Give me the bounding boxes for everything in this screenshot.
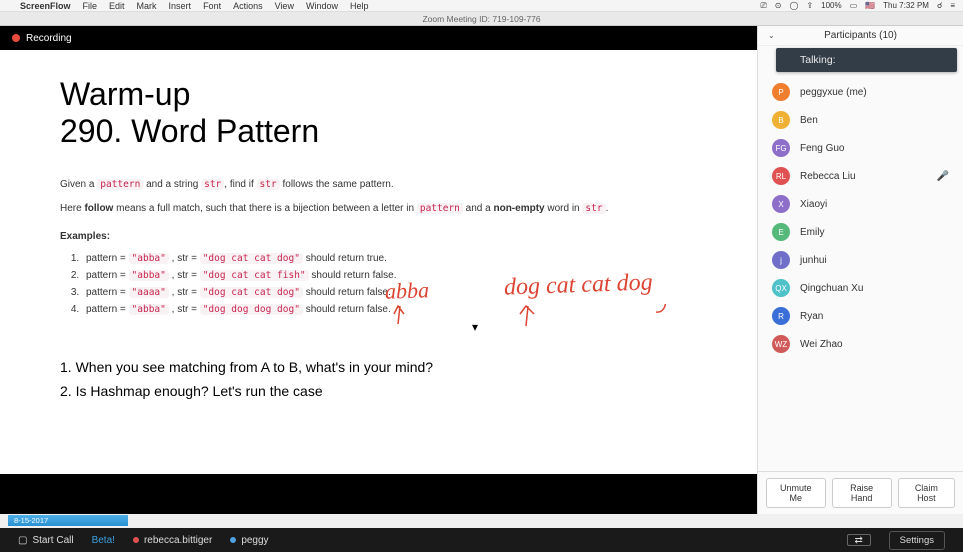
participant-row[interactable]: jjunhui [758, 246, 963, 274]
shared-screen-area: Recording Warm-up 290. Word Pattern Give… [0, 26, 757, 514]
avatar: P [772, 83, 790, 101]
menu-edit[interactable]: Edit [109, 1, 125, 11]
participant-row[interactable]: WZ Wei Zhao [758, 330, 963, 358]
status-dot-icon [230, 537, 236, 543]
participant-name: Rebecca Liu [800, 171, 856, 182]
menu-font[interactable]: Font [203, 1, 221, 11]
participant-actions: Unmute Me Raise Hand Claim Host [758, 471, 963, 514]
avatar: E [772, 223, 790, 241]
participant-row[interactable]: QX Qingchuan Xu [758, 274, 963, 302]
avatar: j [772, 251, 790, 269]
mic-icon: 🎤 [937, 171, 949, 182]
participant-row[interactable]: X Xiaoyi [758, 190, 963, 218]
flag-icon[interactable]: 🇺🇸 [865, 1, 875, 10]
menu-mark[interactable]: Mark [137, 1, 157, 11]
recording-dot-icon [12, 34, 20, 42]
date-ribbon: 8-15-2017 [8, 515, 128, 526]
handwriting-arrows [388, 304, 688, 334]
presence-user-2[interactable]: peggy [230, 535, 268, 546]
avatar: RL [772, 167, 790, 185]
video-letterbox-bottom [0, 474, 757, 514]
tray-icon[interactable]: ⎚ [760, 1, 766, 11]
participant-name: peggyxue (me) [800, 87, 867, 98]
slide-content: Warm-up 290. Word Pattern Given a patter… [0, 50, 757, 474]
participant-row[interactable]: FG Feng Guo [758, 134, 963, 162]
mouse-cursor-icon: ▾ [472, 320, 478, 334]
participant-name: junhui [800, 255, 827, 266]
claim-host-button[interactable]: Claim Host [898, 478, 955, 508]
participant-row[interactable]: R Ryan [758, 302, 963, 330]
clock[interactable]: Thu 7:32 PM [883, 1, 929, 10]
tray-icon[interactable]: ◯ [789, 1, 798, 10]
participant-row[interactable]: Ppeggyxue (me) [758, 78, 963, 106]
start-call-button[interactable]: ▢ Start Call [18, 535, 74, 546]
presence-user-1[interactable]: rebecca.bittiger [133, 535, 212, 546]
avatar: FG [772, 139, 790, 157]
participant-name: Ryan [800, 311, 823, 322]
menu-window[interactable]: Window [306, 1, 338, 11]
bottom-toolbar: ▢ Start Call Beta! rebecca.bittiger pegg… [0, 528, 963, 552]
example-item: pattern = "abba" , str = "dog cat cat do… [82, 250, 697, 267]
participant-name: Feng Guo [800, 143, 844, 154]
chevron-down-icon[interactable]: ⌄ [768, 26, 775, 46]
participant-name: Qingchuan Xu [800, 283, 863, 294]
wifi-icon[interactable]: ⇪ [806, 1, 813, 10]
unmute-me-button[interactable]: Unmute Me [766, 478, 826, 508]
participant-row[interactable]: RL Rebecca Liu 🎤 [758, 162, 963, 190]
tray-icon[interactable]: ⊙ [775, 1, 782, 10]
menu-actions[interactable]: Actions [233, 1, 263, 11]
participant-row[interactable]: B Ben [758, 106, 963, 134]
participant-name: Xiaoyi [800, 199, 827, 210]
participants-header[interactable]: ⌄ Participants (10) [758, 26, 963, 46]
participant-name: Wei Zhao [800, 339, 843, 350]
app-name[interactable]: ScreenFlow [20, 1, 71, 11]
avatar: WZ [772, 335, 790, 353]
participant-name: Ben [800, 115, 818, 126]
list-icon[interactable]: ≡ [950, 1, 955, 10]
settings-button[interactable]: Settings [889, 531, 945, 550]
camera-icon: ▢ [18, 535, 27, 546]
avatar: X [772, 195, 790, 213]
beta-label: Beta! [92, 535, 115, 546]
menu-file[interactable]: File [83, 1, 98, 11]
participant-name: Emily [800, 227, 824, 238]
handwriting-right: dog cat cat dog [504, 269, 653, 301]
participant-row[interactable]: E Emily [758, 218, 963, 246]
status-dot-icon [133, 537, 139, 543]
menu-view[interactable]: View [275, 1, 294, 11]
participants-list: Ppeggyxue (me) B Ben FG Feng Guo RL Rebecca Li… [758, 78, 963, 471]
participants-panel: ⌄ Participants (10) Talking: Ppeggyxue (… [757, 26, 963, 514]
raise-hand-button[interactable]: Raise Hand [832, 478, 892, 508]
switch-icon[interactable]: ⇄ [847, 534, 871, 546]
window-titlebar: Zoom Meeting ID: 719-109-776 [0, 12, 963, 26]
avatar: QX [772, 279, 790, 297]
avatar: R [772, 307, 790, 325]
battery-icon[interactable]: ▭ [850, 1, 858, 10]
macos-menubar: ScreenFlow File Edit Mark Insert Font Ac… [0, 0, 963, 12]
recording-indicator: Recording [0, 26, 757, 50]
menu-help[interactable]: Help [350, 1, 369, 11]
battery-text[interactable]: 100% [821, 1, 841, 10]
search-icon[interactable]: ☌ [937, 1, 942, 10]
followup-questions: 1. When you see matching from A to B, wh… [60, 356, 697, 404]
slide-title: Warm-up 290. Word Pattern [60, 76, 697, 150]
recording-label: Recording [26, 33, 72, 44]
handwriting-left: abba [385, 277, 430, 305]
menu-insert[interactable]: Insert [169, 1, 192, 11]
avatar: B [772, 111, 790, 129]
talking-indicator: Talking: [776, 48, 957, 72]
